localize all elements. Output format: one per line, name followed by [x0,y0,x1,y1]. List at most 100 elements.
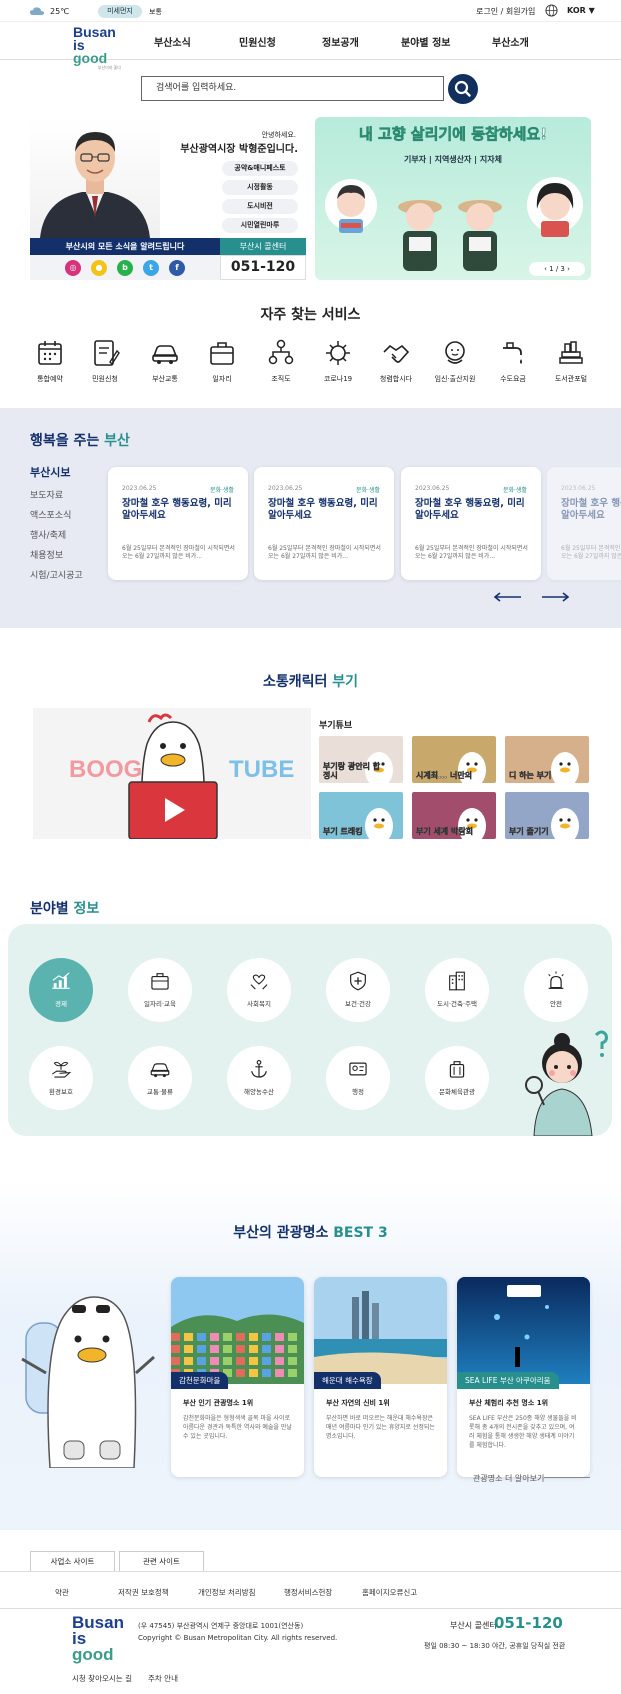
footer-call-number[interactable]: 051-120 [494,1614,563,1632]
video-thumbnail[interactable]: 시계최... 너만의 [412,736,496,783]
thumb-caption: 부기 세계 박람회 [416,827,474,836]
news-card[interactable]: 2023.06.25문화·생활장마철 호우 행동요령, 미리 알아두세요6월 2… [401,467,541,580]
mayor-activity-button[interactable]: 시정활동 [222,180,298,195]
service-label: 코로나19 [323,375,353,383]
facebook-icon[interactable]: f [169,259,185,276]
service-item[interactable]: 수도요금 [485,338,541,384]
video-thumbnail[interactable]: 부기 즐기기 [505,792,589,839]
news-card[interactable]: 2023.06.25문화·생활장마철 호우 행동요령, 미리 알아두세요6월 2… [547,467,621,580]
girl-magnifier-character [525,1030,608,1136]
card-description: 6월 25일부터 본격적인 장마철이 시작되면서 오는 6월 27일까지 많은 … [122,545,235,560]
sns-link-row: ◎ ● b t f [30,255,220,280]
banner-pager[interactable]: ‹ 1 / 3 › [529,262,585,276]
service-item[interactable]: 통합예약 [22,338,78,384]
tour-card[interactable]: 감천문화마을 부산 인기 관광명소 1위 감천문화마을은 형형색색 골목 마을 사이… [171,1277,304,1477]
tour-card[interactable]: 해운대 해수욕장 부산 자연의 신비 1위 부산하면 바로 떠오르는 해운대 해수욕… [314,1277,447,1477]
tab-related-sites[interactable]: 관련 사이트 [119,1551,204,1571]
promo-banner[interactable]: 내 고향 살리기에 동참하세요! 기부자 | 지역생산자 | 지자체 ‹ 1 /… [315,117,591,280]
briefcase-icon [151,973,169,990]
service-item[interactable]: 민원신청 [77,338,133,384]
arrow-left-icon[interactable] [493,592,523,602]
service-label: 조직도 [271,375,291,383]
mayor-portrait-illustration [40,132,150,238]
search-button[interactable] [448,74,478,104]
tab-busan-bulletin[interactable]: 부산시보 [30,464,70,480]
service-label: 청렴합시다 [379,375,413,383]
field-item[interactable]: 일자리·교육 [128,958,192,1022]
tour-more-link[interactable]: 관광명소 더 알아보기 [473,1473,544,1484]
blog-icon[interactable]: b [117,259,133,276]
calendar-icon [38,341,62,365]
kakao-icon[interactable]: ● [91,259,107,276]
video-thumbnail[interactable]: 부기 세계 박람회 [412,792,496,839]
video-thumbnail[interactable]: 디 하는 부기 [505,736,589,783]
field-item[interactable]: 교통·물류 [128,1046,192,1110]
video-thumbnail[interactable]: 부기 트래킹 [319,792,403,839]
tab-events[interactable]: 행사/축제 [30,528,66,541]
footer-parking-link[interactable]: 주차 안내 [148,1673,178,1684]
books-icon [559,341,583,364]
field-item[interactable]: 도시·건축·주택 [425,958,489,1022]
service-item[interactable]: 부산교통 [137,338,193,384]
citizen-forum-button[interactable]: 시민열린마루 [222,218,298,233]
gnb-field-info[interactable]: 분야별 정보 [401,34,450,49]
gnb-busan-news[interactable]: 부산소식 [154,34,191,49]
field-item[interactable]: 해양농수산 [227,1046,291,1110]
tab-jobs[interactable]: 채용정보 [30,548,63,561]
language-select[interactable]: KOR ▼ [567,6,595,15]
service-item[interactable]: 도서관포털 [543,338,599,384]
car-icon [150,1063,170,1078]
service-label: 통합예약 [37,375,63,383]
footer-link-privacy[interactable]: 개인정보 처리방침 [198,1587,256,1598]
field-info-title: 분야별 정보 [30,901,100,917]
field-item[interactable]: 행정 [326,1046,390,1110]
card-date: 2023.06.25 [122,485,157,492]
boogi-traveler-character [21,1296,155,1468]
service-item[interactable]: 청렴합시다 [368,338,424,384]
field-item[interactable]: 보건·건강 [326,958,390,1022]
tour-rank: 부산 인기 관광명소 1위 [183,1399,254,1407]
boogi-tube-banner[interactable]: BOOGI TUBE [33,708,311,839]
service-item[interactable]: 임신·출산지원 [427,338,483,384]
footer-link-charter[interactable]: 행정서비스헌장 [284,1587,332,1598]
arrow-right-icon[interactable] [540,592,570,602]
call-center-number[interactable]: 051-120 [220,255,306,280]
search-input[interactable]: 검색어를 입력하세요. [141,76,444,101]
globe-icon[interactable] [545,4,558,17]
footer-link-terms[interactable]: 약관 [55,1587,69,1598]
service-item[interactable]: 조직도 [253,338,309,384]
field-item[interactable]: 경제 [29,958,93,1022]
footer-link-error-report[interactable]: 홈페이지오류신고 [362,1587,417,1598]
footer-directions-link[interactable]: 시청 찾아오시는 길 [72,1673,132,1684]
gnb-about-busan[interactable]: 부산소개 [492,34,529,49]
video-thumbnail[interactable]: 부기랑 광안리 합정시 [319,736,403,783]
mayor-pledge-button[interactable]: 공약&매니페스토 [222,161,298,176]
busan-logo[interactable]: Busan is good 부산이라 좋다 [73,25,121,70]
service-item[interactable]: 코로나19 [310,338,366,384]
field-item[interactable]: 사회복지 [227,958,291,1022]
gnb-information-disclosure[interactable]: 정보공개 [322,34,359,49]
tab-exam-notice[interactable]: 시험/고시공고 [30,568,83,581]
gnb-civil-request[interactable]: 민원신청 [239,34,276,49]
card-title: 장마철 호우 행동요령, 미리 알아두세요 [122,498,232,521]
service-item[interactable]: 일자리 [194,338,250,384]
news-card[interactable]: 2023.06.25문화·생활장마철 호우 행동요령, 미리 알아두세요6월 2… [254,467,394,580]
news-card[interactable]: 2023.06.25문화·생활장마철 호우 행동요령, 미리 알아두세요6월 2… [108,467,248,580]
tab-expo-news[interactable]: 액스포소식 [30,508,71,521]
footer-logo: Busan is good [72,1613,124,1664]
banner-title: 내 고향 살리기에 동참하세요! [358,125,548,144]
thumb-caption: 부기 트래킹 [323,827,363,836]
tab-press-release[interactable]: 보도자료 [30,488,63,501]
field-item[interactable]: 안전 [524,958,588,1022]
city-vision-button[interactable]: 도시비전 [222,199,298,214]
instagram-icon[interactable]: ◎ [65,259,81,276]
footer-site-tabs: 사업소 사이트 관련 사이트 [30,1551,204,1571]
field-item[interactable]: 문화체육관광 [425,1046,489,1110]
tour-card[interactable]: SEA LIFE 부산 아쿠아리움 부산 체험리 추천 명소 1위 SEA LIFE… [457,1277,590,1477]
login-signup-link[interactable]: 로그인 / 회원가입 [476,6,535,17]
thumb-caption: 부기 즐기기 [509,827,549,836]
tab-affiliated-sites[interactable]: 사업소 사이트 [30,1551,115,1571]
footer-link-copyright[interactable]: 저작권 보호정책 [118,1587,169,1598]
field-item[interactable]: 환경보호 [29,1046,93,1110]
twitter-icon[interactable]: t [143,259,159,276]
